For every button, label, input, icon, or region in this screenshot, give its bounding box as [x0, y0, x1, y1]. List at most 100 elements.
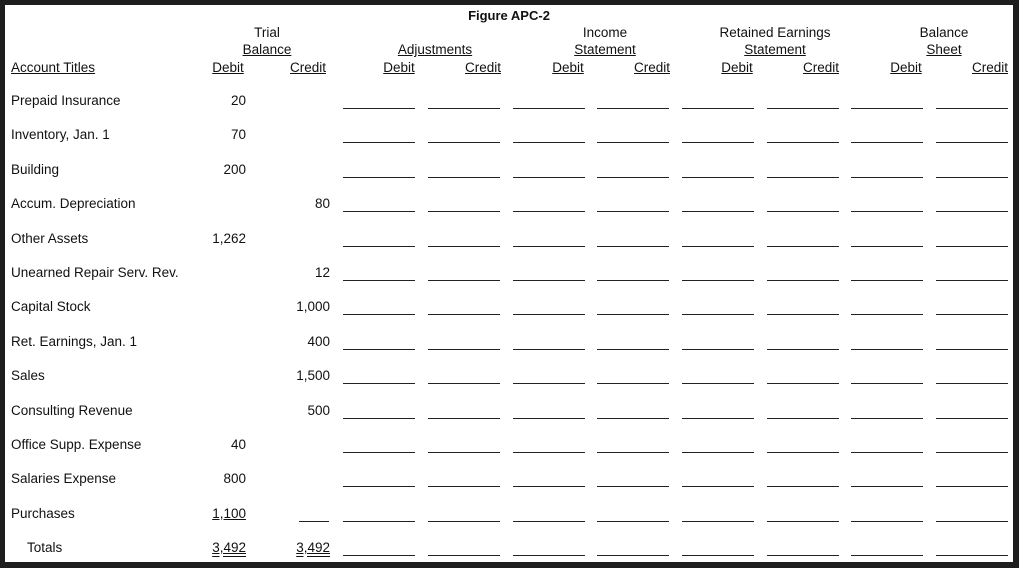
entry-blank[interactable] — [767, 142, 839, 144]
entry-blank[interactable] — [682, 555, 754, 557]
entry-blank[interactable] — [851, 348, 923, 350]
entry-blank[interactable] — [597, 245, 669, 247]
entry-blank[interactable] — [428, 383, 500, 385]
entry-blank[interactable] — [767, 520, 839, 522]
entry-blank[interactable] — [851, 314, 923, 316]
entry-blank[interactable] — [597, 348, 669, 350]
entry-blank[interactable] — [513, 555, 585, 557]
entry-blank[interactable] — [428, 555, 500, 557]
entry-blank[interactable] — [936, 486, 1008, 488]
entry-blank[interactable] — [851, 452, 923, 453]
entry-blank[interactable] — [597, 383, 669, 385]
entry-blank[interactable] — [682, 383, 754, 385]
entry-blank[interactable] — [936, 108, 1008, 109]
entry-blank[interactable] — [343, 520, 415, 522]
entry-blank[interactable] — [428, 176, 500, 178]
entry-blank[interactable] — [767, 486, 839, 488]
entry-blank[interactable] — [936, 383, 1008, 385]
entry-blank[interactable] — [682, 520, 754, 522]
entry-blank[interactable] — [513, 280, 585, 281]
entry-blank[interactable] — [936, 142, 1008, 144]
entry-blank[interactable] — [343, 486, 415, 488]
entry-blank[interactable] — [682, 348, 754, 350]
entry-blank[interactable] — [767, 555, 839, 557]
entry-blank[interactable] — [513, 486, 585, 488]
entry-blank[interactable] — [428, 314, 500, 316]
entry-blank[interactable] — [513, 314, 585, 316]
entry-blank[interactable] — [936, 348, 1008, 350]
entry-blank[interactable] — [767, 108, 839, 109]
entry-blank[interactable] — [597, 280, 669, 281]
entry-blank[interactable] — [851, 245, 923, 247]
entry-blank[interactable] — [597, 452, 669, 453]
entry-blank[interactable] — [767, 211, 839, 213]
entry-blank[interactable] — [597, 555, 669, 557]
entry-blank[interactable] — [851, 520, 923, 522]
entry-blank[interactable] — [851, 280, 923, 281]
entry-blank[interactable] — [597, 176, 669, 178]
entry-blank[interactable] — [343, 452, 415, 453]
entry-blank[interactable] — [936, 520, 1008, 522]
entry-blank[interactable] — [343, 417, 415, 419]
entry-blank[interactable] — [343, 348, 415, 350]
entry-blank[interactable] — [936, 452, 1008, 453]
entry-blank[interactable] — [513, 108, 585, 109]
entry-blank[interactable] — [936, 176, 1008, 178]
entry-blank[interactable] — [343, 211, 415, 213]
entry-blank[interactable] — [936, 211, 1008, 213]
entry-blank[interactable] — [851, 417, 923, 419]
entry-blank[interactable] — [682, 417, 754, 419]
entry-blank[interactable] — [597, 211, 669, 213]
entry-blank[interactable] — [682, 142, 754, 144]
entry-blank[interactable] — [936, 555, 1008, 557]
entry-blank[interactable] — [682, 314, 754, 316]
entry-blank[interactable] — [767, 280, 839, 281]
entry-blank[interactable] — [428, 245, 500, 247]
entry-blank[interactable] — [513, 417, 585, 419]
entry-blank[interactable] — [682, 452, 754, 453]
entry-blank[interactable] — [428, 108, 500, 109]
trial-balance-credit-blank[interactable] — [299, 520, 329, 522]
entry-blank[interactable] — [597, 520, 669, 522]
entry-blank[interactable] — [343, 555, 415, 557]
entry-blank[interactable] — [513, 383, 585, 385]
entry-blank[interactable] — [513, 142, 585, 144]
entry-blank[interactable] — [936, 417, 1008, 419]
entry-blank[interactable] — [851, 211, 923, 213]
entry-blank[interactable] — [428, 142, 500, 144]
entry-blank[interactable] — [851, 108, 923, 109]
entry-blank[interactable] — [936, 314, 1008, 316]
entry-blank[interactable] — [767, 245, 839, 247]
entry-blank[interactable] — [343, 314, 415, 316]
entry-blank[interactable] — [682, 245, 754, 247]
entry-blank[interactable] — [851, 383, 923, 385]
entry-blank[interactable] — [767, 417, 839, 419]
entry-blank[interactable] — [767, 314, 839, 316]
entry-blank[interactable] — [513, 211, 585, 213]
entry-blank[interactable] — [936, 245, 1008, 247]
entry-blank[interactable] — [682, 211, 754, 213]
entry-blank[interactable] — [343, 142, 415, 144]
entry-blank[interactable] — [597, 314, 669, 316]
entry-blank[interactable] — [428, 211, 500, 213]
entry-blank[interactable] — [682, 176, 754, 178]
entry-blank[interactable] — [767, 383, 839, 385]
entry-blank[interactable] — [343, 108, 415, 109]
entry-blank[interactable] — [597, 108, 669, 109]
entry-blank[interactable] — [428, 452, 500, 453]
entry-blank[interactable] — [936, 280, 1008, 281]
entry-blank[interactable] — [343, 245, 415, 247]
entry-blank[interactable] — [513, 176, 585, 178]
entry-blank[interactable] — [343, 176, 415, 178]
entry-blank[interactable] — [428, 280, 500, 281]
entry-blank[interactable] — [343, 280, 415, 281]
entry-blank[interactable] — [513, 452, 585, 453]
entry-blank[interactable] — [767, 348, 839, 350]
entry-blank[interactable] — [597, 142, 669, 144]
entry-blank[interactable] — [513, 348, 585, 350]
entry-blank[interactable] — [513, 520, 585, 522]
entry-blank[interactable] — [513, 245, 585, 247]
entry-blank[interactable] — [343, 383, 415, 385]
entry-blank[interactable] — [597, 486, 669, 488]
entry-blank[interactable] — [682, 280, 754, 281]
